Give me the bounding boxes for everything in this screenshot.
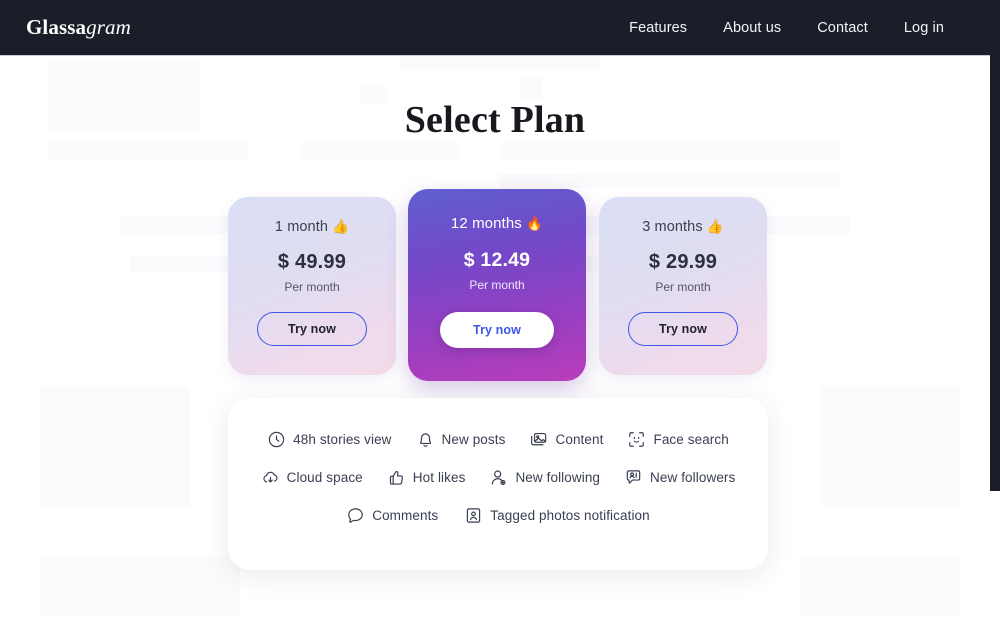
face-scan-icon xyxy=(627,430,646,449)
fire-emoji-icon: 🔥 xyxy=(526,216,544,231)
thumbs-up-emoji-icon: 👍 xyxy=(706,219,724,234)
nav-links: Features About us Contact Log in xyxy=(629,20,944,36)
features-row: Cloud space Hot likes New following New … xyxy=(250,468,746,487)
feature-face-search: Face search xyxy=(627,430,729,449)
clock-icon xyxy=(267,430,286,449)
feature-label: Content xyxy=(555,432,604,447)
try-now-button[interactable]: Try now xyxy=(628,312,738,346)
plan-card-12-months[interactable]: 12 months 🔥 $ 12.49 Per month Try now xyxy=(408,189,586,381)
feature-label: Comments xyxy=(372,508,439,523)
nav-link-log-in[interactable]: Log in xyxy=(904,20,944,36)
plan-price: $ 29.99 xyxy=(648,251,718,273)
top-navigation-bar: Glassagram Features About us Contact Log… xyxy=(0,0,1000,56)
plan-name: 3 months 👍 xyxy=(642,219,724,235)
plan-name: 12 months 🔥 xyxy=(451,215,543,232)
plan-period: Per month xyxy=(469,278,525,292)
features-row: Comments Tagged photos notification xyxy=(250,506,746,525)
plan-price: $ 12.49 xyxy=(463,249,531,271)
plan-price: $ 49.99 xyxy=(277,251,347,273)
feature-label: New followers xyxy=(650,470,736,485)
try-now-button[interactable]: Try now xyxy=(440,312,554,348)
feature-label: New following xyxy=(515,470,601,485)
feature-label: Cloud space xyxy=(286,470,363,485)
page-root: Glassagram Features About us Contact Log… xyxy=(0,0,1000,625)
feature-hot-likes: Hot likes xyxy=(387,468,466,487)
nav-link-features[interactable]: Features xyxy=(629,20,687,36)
bell-icon xyxy=(416,430,435,449)
thumbs-up-icon xyxy=(387,468,406,487)
feature-label: 48h stories view xyxy=(293,432,392,447)
pricing-plans: 1 month 👍 $ 49.99 Per month Try now 12 m… xyxy=(0,189,990,389)
plan-card-3-months[interactable]: 3 months 👍 $ 29.99 Per month Try now xyxy=(599,197,767,375)
feature-label: New posts xyxy=(441,432,506,447)
site-logo[interactable]: Glassagram xyxy=(26,15,131,40)
cloud-download-icon xyxy=(261,468,280,487)
plan-period: Per month xyxy=(284,280,340,294)
feature-new-posts: New posts xyxy=(416,430,506,449)
nav-link-about-us[interactable]: About us xyxy=(723,20,781,36)
plan-name-text: 3 months xyxy=(642,219,703,235)
feature-new-following: New following xyxy=(489,468,600,487)
user-badge-icon xyxy=(624,468,643,487)
user-gear-icon xyxy=(489,468,508,487)
logo-text-secondary: gram xyxy=(86,15,131,39)
image-icon xyxy=(529,430,548,449)
user-frame-icon xyxy=(464,506,483,525)
feature-tagged-photos-notification: Tagged photos notification xyxy=(464,506,650,525)
scrollbar-thumb[interactable] xyxy=(990,0,1000,491)
feature-label: Hot likes xyxy=(412,470,466,485)
logo-text-primary: Glassa xyxy=(26,15,87,39)
feature-content: Content xyxy=(529,430,603,449)
plan-card-1-month[interactable]: 1 month 👍 $ 49.99 Per month Try now xyxy=(228,197,396,375)
feature-new-followers: New followers xyxy=(624,468,735,487)
plan-name: 1 month 👍 xyxy=(275,219,349,235)
features-panel: 48h stories view New posts Content Face … xyxy=(228,398,768,570)
main-content: Select Plan 1 month 👍 $ 49.99 Per month … xyxy=(0,57,990,625)
thumbs-up-emoji-icon: 👍 xyxy=(332,219,350,234)
feature-48h-stories-view: 48h stories view xyxy=(267,430,391,449)
comment-icon xyxy=(346,506,365,525)
feature-comments: Comments xyxy=(346,506,438,525)
page-title: Select Plan xyxy=(404,99,586,141)
feature-label: Tagged photos notification xyxy=(490,508,650,523)
plan-name-text: 12 months xyxy=(450,215,522,232)
try-now-button[interactable]: Try now xyxy=(257,312,367,346)
nav-link-contact[interactable]: Contact xyxy=(817,20,868,36)
feature-label: Face search xyxy=(653,432,729,447)
plan-period: Per month xyxy=(655,280,711,294)
features-row: 48h stories view New posts Content Face … xyxy=(250,430,746,449)
feature-cloud-space: Cloud space xyxy=(261,468,363,487)
plan-name-text: 1 month xyxy=(274,219,329,235)
